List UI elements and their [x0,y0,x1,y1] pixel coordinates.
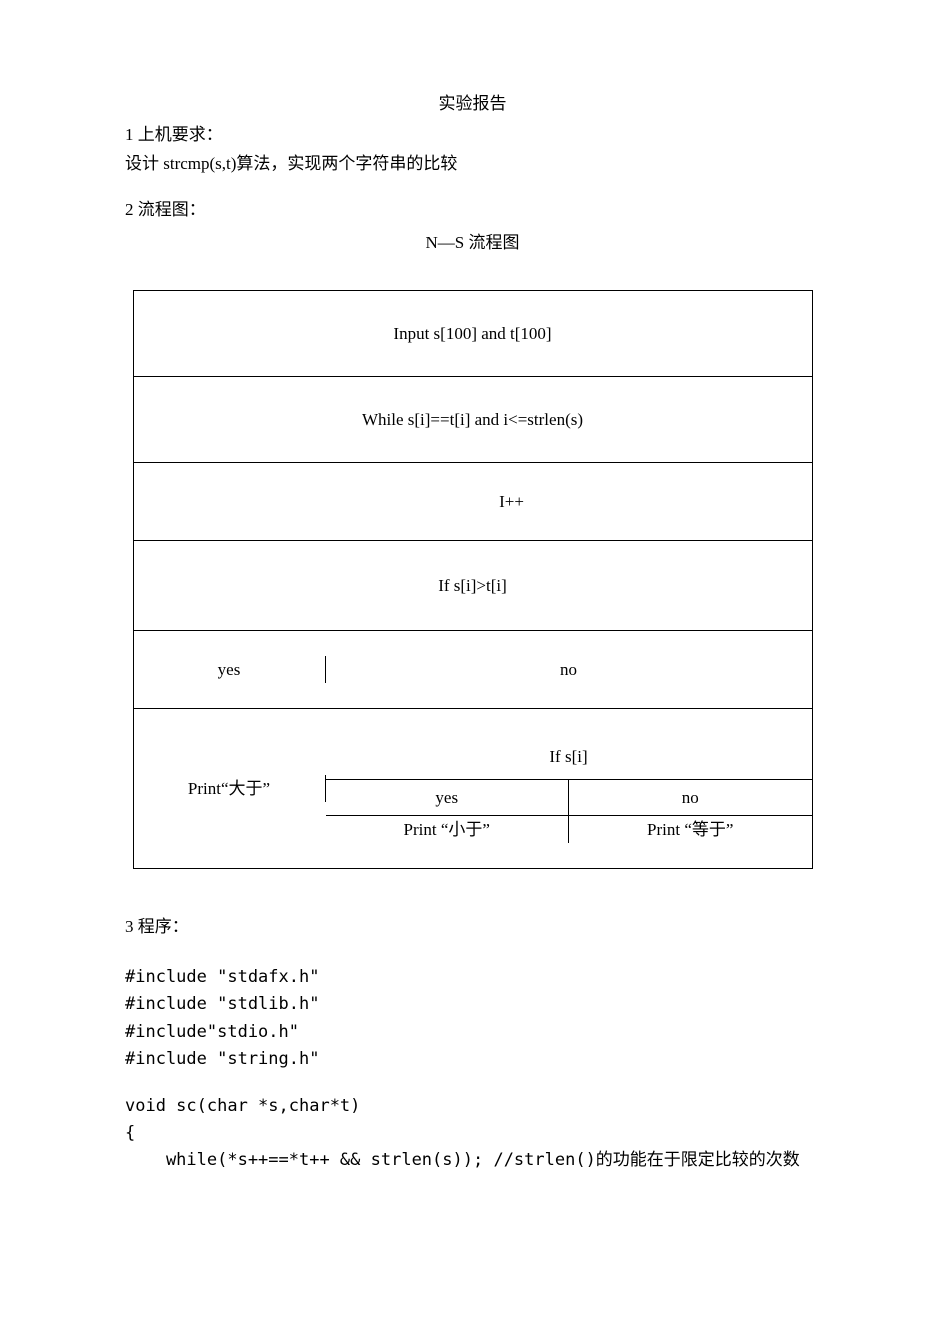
diagram-bottom-row: Print“大于” If s[i] yes no Print “小于” Prin… [134,709,812,869]
diagram-print-yes-text: Print “小于” [404,816,490,843]
diagram-yes-cell: yes [134,656,326,683]
code-line-4: #include "string.h" [125,1046,820,1073]
diagram-while-row: While s[i]==t[i] and i<=strlen(s) [134,377,812,463]
ns-diagram: Input s[100] and t[100] While s[i]==t[i]… [133,290,813,869]
code-line-5: void sc(char *s,char*t) [125,1093,820,1120]
diagram-print-left: Print“大于” [134,775,326,802]
code-section: 3 程序： #include "stdafx.h" #include "stdl… [125,913,820,1175]
diagram-if-text: If s[i]>t[i] [438,572,507,599]
diagram-yesno-row: yes no [134,631,812,709]
diagram-print-left-text: Print“大于” [188,775,270,802]
diagram-print-no: Print “等于” [569,816,812,843]
code-line-7: while(*s++==*t++ && strlen(s)); //strlen… [125,1147,820,1174]
report-title: 实验报告 [125,90,820,117]
code-line-6: { [125,1120,820,1147]
diagram-sub-yes: yes [326,780,570,815]
ns-flowchart-title: N—S 流程图 [125,229,820,256]
diagram-print-no-text: Print “等于” [647,816,733,843]
diagram-sub-if-text: If s[i] [549,743,587,770]
diagram-input-row: Input s[100] and t[100] [134,291,812,377]
diagram-sub-no-text: no [682,784,699,811]
section3-label: 3 程序： [125,913,820,940]
code-line-2: #include "stdlib.h" [125,991,820,1018]
diagram-ipp-row: I++ [134,463,812,541]
section2-label: 2 流程图： [125,196,820,223]
diagram-sub-print: Print “小于” Print “等于” [326,816,812,843]
diagram-if-row: If s[i]>t[i] [134,541,812,631]
diagram-sub-yes-text: yes [435,784,458,811]
diagram-while-text: While s[i]==t[i] and i<=strlen(s) [362,406,583,433]
diagram-no-cell: no [326,656,812,683]
diagram-sub-if: If s[i] [326,734,812,780]
diagram-right-column: If s[i] yes no Print “小于” Print “等于” [326,734,812,843]
code-line-1: #include "stdafx.h" [125,964,820,991]
diagram-sub-yesno: yes no [326,780,812,816]
diagram-ipp-cell: I++ [212,488,812,515]
diagram-sub-no: no [569,780,812,815]
code-blank-line [125,1073,820,1093]
diagram-yes-text: yes [218,656,241,683]
diagram-no-text: no [560,656,577,683]
section1-label: 1 上机要求： [125,121,820,148]
section1-desc: 设计 strcmp(s,t)算法，实现两个字符串的比较 [125,150,820,177]
diagram-print-yes: Print “小于” [326,816,570,843]
code-line-3: #include"stdio.h" [125,1019,820,1046]
diagram-input-text: Input s[100] and t[100] [393,320,551,347]
diagram-ipp-text: I++ [499,488,524,515]
